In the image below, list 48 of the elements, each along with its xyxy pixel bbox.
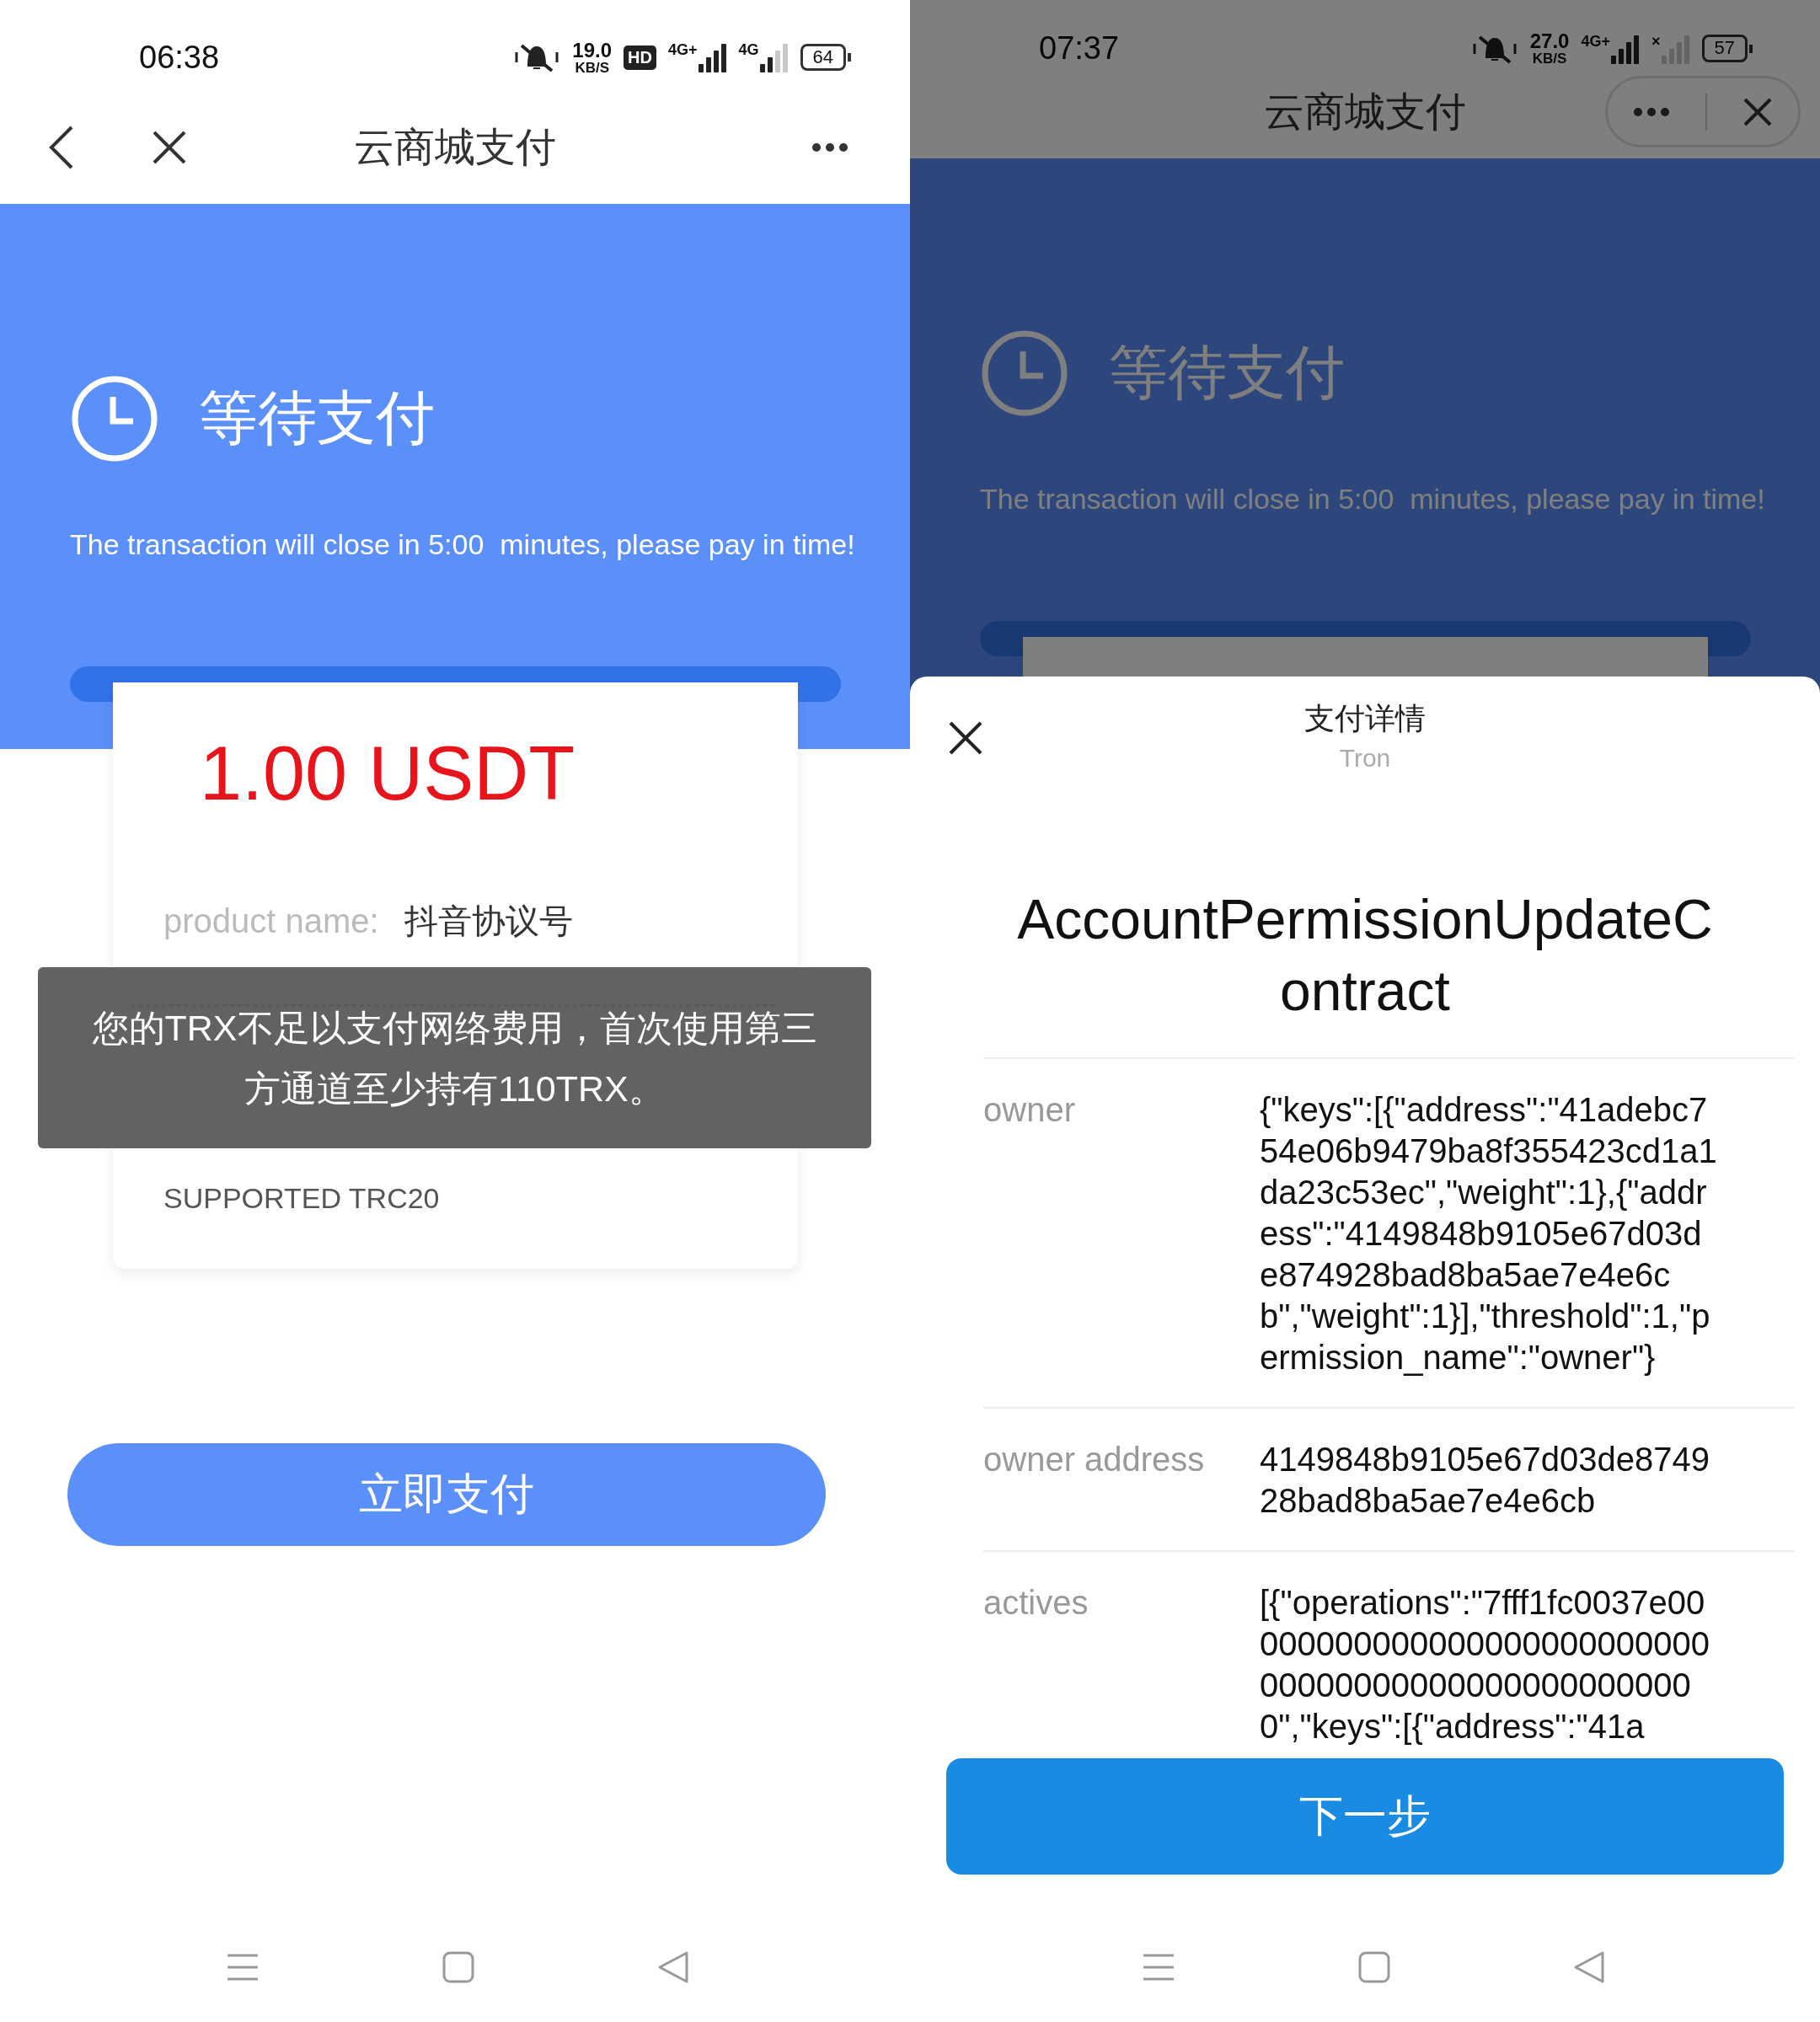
menu-icon[interactable]	[226, 1953, 260, 1982]
amount: 1.00 USDT	[200, 731, 576, 816]
network-speed: 27.0	[1529, 31, 1570, 51]
field-label: product name:	[163, 902, 379, 939]
countdown-notice: The transaction will close in 5:00 minutes, please pay in time!	[70, 527, 856, 562]
field-value: 抖音协议号	[404, 902, 573, 939]
toast-text: 您的TRX不足以支付网络费用，首次使用第三方通道至少持有110TRX。	[92, 1006, 817, 1110]
speed-unit: KB/S	[575, 60, 610, 75]
clock-time: 06:38	[139, 39, 220, 76]
home-icon[interactable]	[1358, 1951, 1390, 1983]
signal-icon	[1611, 33, 1640, 64]
network-note: SUPPORTED TRC20	[163, 1181, 441, 1216]
battery-level: 57	[1701, 35, 1753, 62]
network-type: ×	[1651, 33, 1661, 49]
more-icon[interactable]	[811, 142, 848, 152]
pay-button[interactable]: 立即支付	[67, 1443, 826, 1546]
hd-badge: HD	[624, 45, 656, 70]
network-type: 4G+	[667, 42, 698, 57]
detail-value: [{"operations":"7fff1fc0037e00000000000000000000000000000000000000000000000000","keys":[{"address":"41a	[1260, 1583, 1710, 1747]
network-speed: 19.0	[572, 40, 613, 61]
detail-value: 4149848b9105e67d03de874928bad8ba5ae7e4e6cb	[1260, 1440, 1710, 1521]
page-title: 云商城支付	[354, 124, 556, 171]
close-icon[interactable]	[151, 129, 188, 166]
clock-icon	[71, 375, 158, 463]
detail-value: {"keys":[{"address":"41adebc754e06b9479ba8f355423cd1a1da23c53ec","weight":1},{"address":"4149848b9105e67d03de874928bad8ba5ae7e4e6cb","weight":1}],"threshold":1,"permission_name":"owner"}	[1260, 1090, 1718, 1377]
network-name: Tron	[1338, 743, 1392, 773]
battery-level: 64	[800, 43, 851, 72]
clock-icon	[981, 329, 1068, 417]
countdown-notice: The transaction will close in 5:00 minutes, please pay in time!	[980, 482, 1766, 516]
status-title: 等待支付	[199, 384, 435, 452]
signal-icon	[698, 42, 727, 72]
detail-label: actives	[983, 1583, 1089, 1623]
close-icon[interactable]	[948, 720, 983, 756]
status-title: 等待支付	[1109, 339, 1345, 407]
network-type: 4G	[738, 42, 759, 57]
next-button[interactable]: 下一步	[946, 1758, 1784, 1875]
speed-unit: KB/S	[1532, 51, 1567, 66]
home-icon[interactable]	[442, 1951, 474, 1983]
sheet-title: 支付详情	[1303, 700, 1427, 737]
clock-time: 07:37	[1039, 30, 1120, 67]
page-title: 云商城支付	[1264, 88, 1466, 136]
menu-icon[interactable]	[1142, 1953, 1175, 1982]
contract-type: AccountPermissionUpdateContract	[1016, 887, 1714, 1024]
signal-icon	[759, 42, 789, 72]
signal-icon	[1661, 33, 1690, 64]
detail-label: owner	[983, 1090, 1076, 1130]
network-type: 4G+	[1581, 33, 1610, 49]
detail-label: owner address	[983, 1440, 1206, 1479]
